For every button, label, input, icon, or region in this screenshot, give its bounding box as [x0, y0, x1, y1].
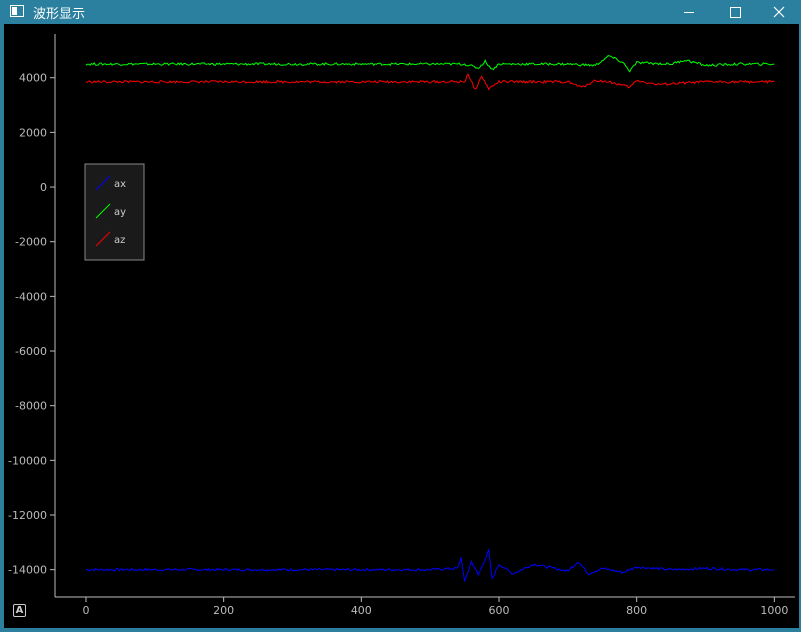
close-button[interactable]	[757, 0, 801, 24]
minimize-icon	[684, 11, 694, 13]
y-tick-label: -2000	[15, 236, 47, 249]
x-tick-label: 200	[213, 604, 234, 617]
y-tick-label: 0	[40, 181, 47, 194]
x-tick-label: 1000	[760, 604, 788, 617]
y-tick-label: -12000	[8, 509, 47, 522]
maximize-button[interactable]	[713, 0, 757, 24]
window-icon	[10, 5, 24, 17]
close-icon	[773, 6, 785, 18]
plot-area[interactable]: 4000 2000 0 -2000 -4000 -6000 -8000 -10000 -1200…	[4, 24, 799, 628]
legend-label-ax: ax	[114, 179, 126, 190]
window-title: 波形显示	[33, 7, 86, 22]
y-tick-label: -14000	[8, 564, 47, 577]
minimize-button[interactable]	[667, 0, 711, 24]
x-tick-label: 0	[82, 604, 89, 617]
legend-label-ay: ay	[114, 207, 126, 218]
maximize-icon	[729, 6, 741, 18]
auto-range-button[interactable]: A	[13, 604, 26, 617]
y-tick-label: -8000	[15, 400, 47, 413]
y-tick-label: -4000	[15, 290, 47, 303]
waveform-chart[interactable]: 400020000-2000-4000-6000-8000-10000-1200…	[4, 24, 799, 628]
y-tick-label: -6000	[15, 345, 47, 358]
series-line-ax	[85, 548, 775, 583]
x-tick-label: 600	[489, 604, 510, 617]
title-bar[interactable]: 波形显示	[0, 0, 801, 24]
y-tick-label: 2000	[19, 126, 47, 139]
x-tick-label: 400	[351, 604, 372, 617]
y-tick-label: -10000	[8, 454, 47, 467]
series-line-ay	[85, 55, 775, 73]
series-line-az	[85, 73, 775, 91]
y-tick-label: 4000	[19, 72, 47, 85]
x-tick-label: 800	[626, 604, 647, 617]
legend-label-az: az	[114, 235, 125, 246]
app-window: 波形显示 4000 2000 0 -2000 -4000 -6000 -8000 -10000…	[0, 0, 801, 628]
